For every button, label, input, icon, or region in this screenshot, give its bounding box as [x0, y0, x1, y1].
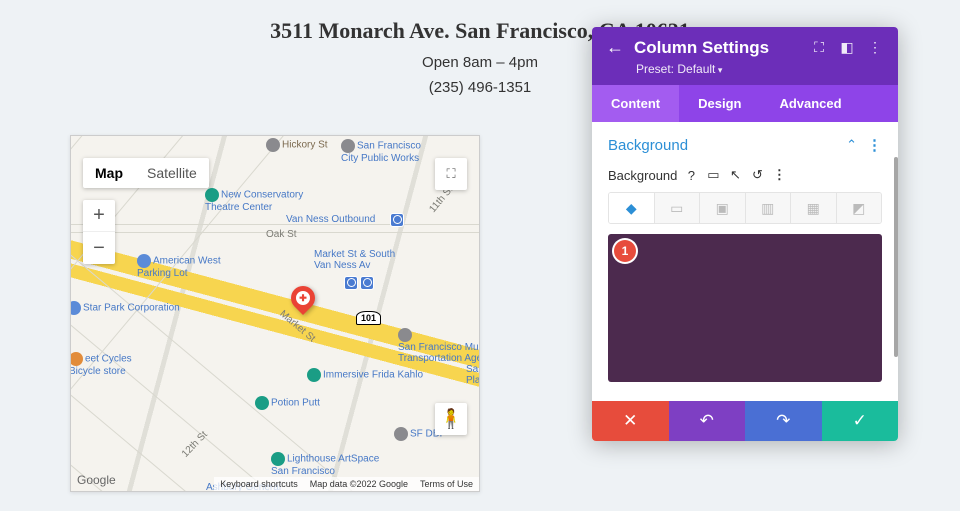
bg-type-image[interactable]: ▣ [700, 193, 746, 223]
map-marker[interactable]: ✚ [291, 286, 315, 310]
swap-icon[interactable]: ◧ [838, 39, 856, 56]
background-color-swatch[interactable] [608, 234, 882, 382]
collapse-icon[interactable]: ⌃ [846, 137, 857, 153]
bg-type-pattern[interactable]: ▦ [791, 193, 837, 223]
hwy-101: 101 [356, 311, 381, 325]
map-type-satellite[interactable]: Satellite [135, 158, 209, 188]
step-badge: 1 [614, 240, 636, 262]
gov-icon [398, 328, 412, 342]
theatre-icon [205, 188, 219, 202]
poi-sfmta[interactable]: San Francisco Municipal Transportation A… [398, 328, 480, 364]
transit-stop-1[interactable] [390, 213, 404, 227]
help-icon[interactable]: ? [680, 166, 702, 184]
section-title: Background [608, 137, 688, 154]
back-button[interactable]: ← [606, 37, 624, 58]
tab-design[interactable]: Design [679, 85, 760, 122]
poi-sc[interactable]: eet Cycles Bicycle store [70, 352, 132, 377]
map-zoom-out[interactable]: − [83, 232, 115, 264]
reset-icon[interactable]: ↺ [746, 166, 768, 184]
redo-button[interactable]: ↷ [745, 401, 822, 441]
bg-type-mask[interactable]: ◩ [837, 193, 882, 223]
map-type-control: Map Satellite [83, 158, 209, 188]
poi-hickory: Hickory St [266, 138, 328, 152]
expand-icon[interactable]: ⛶ [810, 39, 828, 56]
gov-icon [341, 139, 355, 153]
panel-scrollbar[interactable] [894, 157, 898, 357]
map-google-logo: Google [77, 473, 116, 487]
prop-more-icon[interactable]: ⋮ [768, 166, 790, 184]
poi-ifk[interactable]: Immersive Frida Kahlo [307, 368, 423, 382]
save-button[interactable]: ✓ [822, 401, 899, 441]
shop-icon [70, 352, 83, 366]
preset-dropdown[interactable]: Preset: Default [592, 62, 898, 85]
background-property-row: Background ? ▭ ↖ ↺ ⋮ [608, 166, 882, 184]
museum-icon [271, 452, 285, 466]
cursor-icon[interactable]: ↖ [724, 166, 746, 184]
map-zoom-control: + − [83, 200, 115, 264]
poi-vno[interactable]: Van Ness Outbound [286, 214, 375, 225]
map-footer: Keyboard shortcuts Map data ©2022 Google… [214, 477, 479, 491]
panel-body: Background ⌃ ⋮ Background ? ▭ ↖ ↺ ⋮ ◆ ▭ … [592, 122, 898, 401]
map-fullscreen-button[interactable]: ⛶ [435, 158, 467, 190]
map[interactable]: Map Satellite ⛶ + − 🧍 Hickory St San Fra… [70, 135, 480, 492]
background-label: Background [608, 168, 677, 183]
fullscreen-icon: ⛶ [446, 166, 455, 182]
more-icon[interactable]: ⋮ [866, 39, 884, 56]
poi-sfcp[interactable]: San Francisco City Public Works [341, 139, 421, 164]
map-keyboard-shortcuts[interactable]: Keyboard shortcuts [214, 477, 304, 491]
section-header[interactable]: Background ⌃ ⋮ [608, 132, 882, 164]
panel-tabs: Content Design Advanced [592, 85, 898, 122]
attraction-icon [255, 396, 269, 410]
poi-spc[interactable]: Star Park Corporation [70, 301, 180, 315]
bg-type-gradient[interactable]: ▭ [655, 193, 701, 223]
map-type-map[interactable]: Map [83, 158, 135, 188]
bg-type-video[interactable]: ▥ [746, 193, 792, 223]
gov-icon [394, 427, 408, 441]
poi-laf[interactable]: Lighthouse ArtSpace San Francisco [271, 452, 379, 477]
road-oak: Oak St [266, 229, 297, 240]
discard-button[interactable]: ✕ [592, 401, 669, 441]
column-settings-panel: ← Column Settings ⛶ ◧ ⋮ Preset: Default … [592, 27, 898, 441]
poi-nctc[interactable]: New Conservatory Theatre Center [205, 188, 303, 213]
poi-mssv[interactable]: Market St & South Van Ness Av [314, 249, 395, 271]
parking-icon [137, 254, 151, 268]
bg-type-color[interactable]: ◆ [609, 193, 655, 223]
poi-icon [266, 138, 280, 152]
map-terms[interactable]: Terms of Use [414, 477, 479, 491]
poi-sfpd[interactable]: San Francisco Planning Dept [466, 364, 480, 386]
museum-icon [307, 368, 321, 382]
parking-icon [70, 301, 81, 315]
poi-pp[interactable]: Potion Putt [255, 396, 320, 410]
undo-button[interactable]: ↶ [669, 401, 746, 441]
hover-icon[interactable]: ▭ [702, 166, 724, 184]
panel-header[interactable]: ← Column Settings ⛶ ◧ ⋮ Preset: Default [592, 27, 898, 85]
transit-stop-2[interactable] [344, 276, 358, 290]
map-attribution: Map data ©2022 Google [304, 477, 414, 491]
section-more-icon[interactable]: ⋮ [867, 136, 882, 154]
panel-title: Column Settings [634, 38, 800, 58]
color-palette [592, 392, 898, 401]
tab-advanced[interactable]: Advanced [760, 85, 860, 122]
background-type-tabs: ◆ ▭ ▣ ▥ ▦ ◩ [608, 192, 882, 224]
poi-awpl[interactable]: American West Parking Lot [137, 254, 221, 279]
panel-footer: ✕ ↶ ↷ ✓ [592, 401, 898, 441]
pegman-icon: 🧍 [439, 407, 463, 431]
transit-stop-3[interactable] [360, 276, 374, 290]
map-pegman[interactable]: 🧍 [435, 403, 467, 435]
map-zoom-in[interactable]: + [83, 200, 115, 232]
tab-content[interactable]: Content [592, 85, 679, 122]
